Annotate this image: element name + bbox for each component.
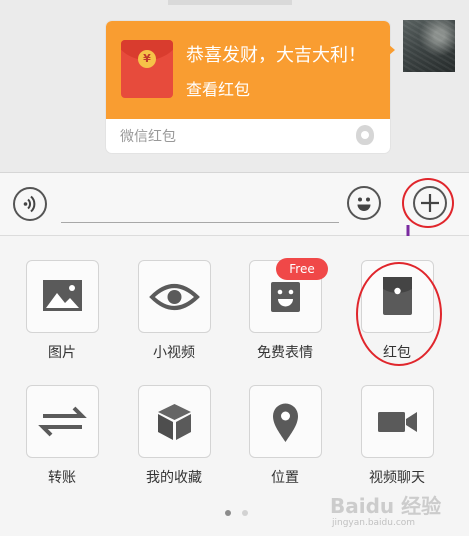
eye-icon [149,284,200,310]
view-red-packet-link[interactable]: 查看红包 [186,76,250,100]
panel-item-label: 视频聊天 [369,470,425,486]
red-packet-message-body[interactable]: ¥ 恭喜发财，大吉大利！ 查看红包 [106,21,390,119]
emoji-button[interactable] [347,186,381,220]
voice-icon [23,195,36,213]
chat-area: ¥ 恭喜发财，大吉大利！ 查看红包 微信红包 [0,0,469,172]
page-indicator-dot-active[interactable] [225,510,231,516]
panel-item-label: 小视频 [153,345,195,361]
panel-item-image[interactable] [26,260,99,333]
panel-item-label: 位置 [271,470,299,486]
bubble-tail [388,44,395,56]
panel-item-location[interactable] [249,385,322,458]
panel-item-label: 图片 [48,345,76,361]
panel-item-short-video[interactable] [138,260,211,333]
avatar[interactable] [403,20,455,72]
watermark: Baidu 经验 jingyan.baidu.com [330,490,469,536]
wechat-pay-badge-icon [356,125,374,145]
panel-item-label: 我的收藏 [146,470,202,486]
panel-item-favorites[interactable] [138,385,211,458]
favorites-cube-icon [158,404,191,440]
red-packet-footer-label: 微信红包 [120,129,176,145]
watermark-brand: Baidu 经验 [330,494,442,518]
page-indicator-dot[interactable] [242,510,248,516]
free-badge: Free [276,258,328,280]
watermark-url: jingyan.baidu.com [332,518,416,528]
panel-item-label: 转账 [48,470,76,486]
video-camera-icon [378,412,417,432]
annotation-circle-red-packet [356,262,442,366]
red-packet-message[interactable]: ¥ 恭喜发财，大吉大利！ 查看红包 微信红包 [106,21,390,153]
annotation-circle-plus [402,178,454,228]
image-icon [43,280,82,311]
previous-message-edge [168,0,292,5]
panel-item-label: 免费表情 [257,345,313,361]
emoji-icon [357,197,371,211]
location-pin-icon [273,403,298,442]
red-packet-envelope-icon: ¥ [121,40,173,98]
panel-item-transfer[interactable] [26,385,99,458]
message-input[interactable] [61,219,339,223]
red-packet-greeting: 恭喜发财，大吉大利！ [186,45,366,66]
coin-icon: ¥ [138,50,156,68]
panel-item-video-chat[interactable] [361,385,434,458]
voice-button[interactable] [13,187,47,221]
transfer-icon [38,406,87,437]
